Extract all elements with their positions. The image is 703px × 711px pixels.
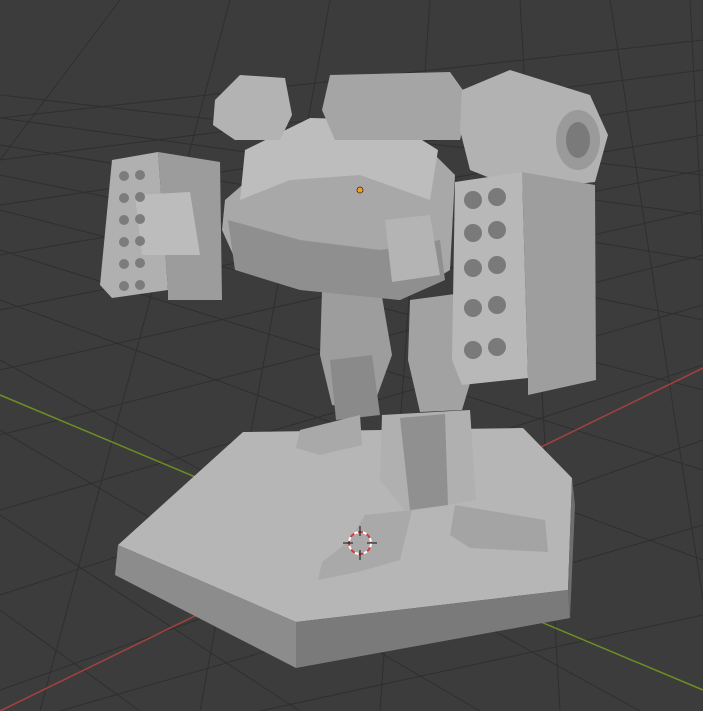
viewport-canvas[interactable] xyxy=(0,0,703,711)
object-origin-icon[interactable] xyxy=(356,186,364,194)
3d-viewport[interactable] xyxy=(0,0,703,711)
